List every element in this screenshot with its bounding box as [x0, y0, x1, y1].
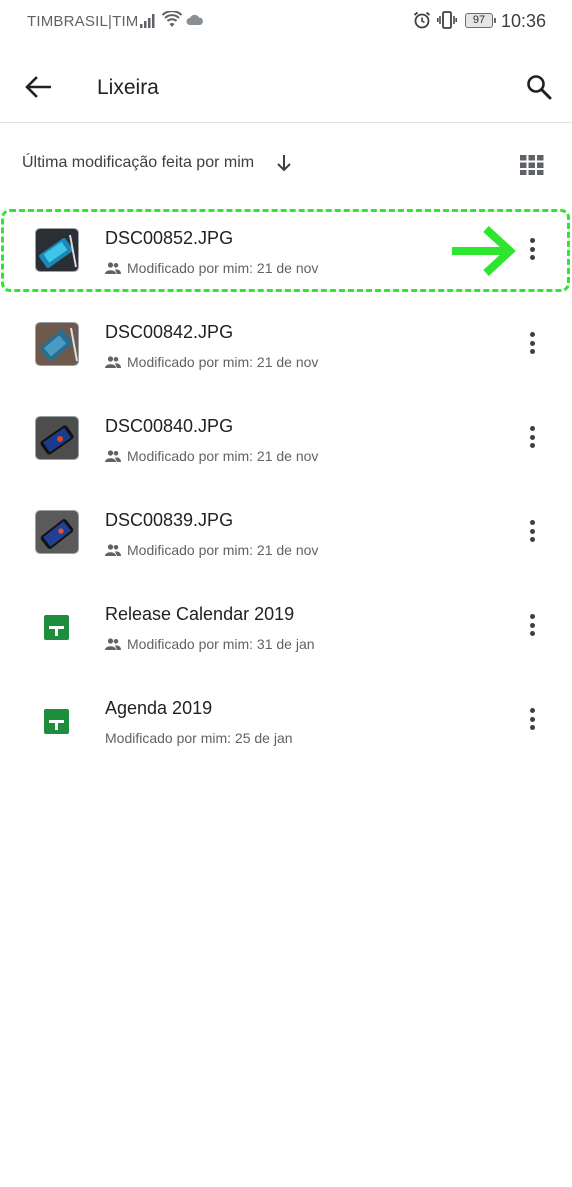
image-thumbnail: [35, 228, 79, 272]
more-options-button[interactable]: [518, 609, 546, 641]
list-item[interactable]: Release Calendar 2019 Modificado por mim…: [0, 579, 572, 673]
file-meta: Modificado por mim: 31 de jan: [105, 636, 315, 652]
page-title: Lixeira: [97, 76, 159, 99]
file-name: DSC00842.JPG: [105, 322, 234, 342]
modified-date: Modificado por mim: 21 de nov: [127, 260, 319, 276]
file-meta: Modificado por mim: 21 de nov: [105, 354, 318, 370]
shared-icon: [105, 638, 121, 650]
image-thumbnail: [35, 416, 79, 460]
grid-view-button[interactable]: [515, 148, 549, 182]
more-vert-icon: [529, 614, 535, 620]
grid-view-icon: [520, 155, 544, 175]
alarm-icon: [413, 11, 431, 29]
more-vert-icon: [529, 238, 535, 244]
arrow-right-icon: [452, 226, 516, 276]
list-item[interactable]: DSC00840.JPG Modificado por mim: 21 de n…: [0, 391, 572, 485]
file-meta: Modificado por mim: 21 de nov: [105, 542, 318, 558]
file-meta: Modificado por mim: 21 de nov: [105, 260, 318, 276]
file-name: DSC00852.JPG: [105, 228, 234, 248]
wifi-icon: [162, 11, 182, 27]
file-meta: Modificado por mim: 21 de nov: [105, 448, 318, 464]
modified-date: Modificado por mim: 31 de jan: [127, 636, 315, 652]
vibrate-icon: [437, 11, 457, 29]
image-thumbnail: [35, 322, 79, 366]
arrow-down-icon[interactable]: [276, 154, 292, 172]
file-name: DSC00839.JPG: [105, 510, 234, 530]
search-button[interactable]: [519, 67, 559, 107]
carrier-label: TIMBRASIL|TIM: [27, 13, 139, 30]
modified-date: Modificado por mim: 21 de nov: [127, 354, 319, 370]
more-vert-icon: [529, 520, 535, 526]
list-item[interactable]: DSC00839.JPG Modificado por mim: 21 de n…: [0, 485, 572, 579]
more-options-button[interactable]: [518, 515, 546, 547]
list-item[interactable]: Agenda 2019 Modificado por mim: 25 de ja…: [0, 673, 572, 767]
more-vert-icon: [529, 332, 535, 338]
image-thumbnail: [35, 510, 79, 554]
signal-icon: [140, 14, 155, 28]
back-button[interactable]: [18, 67, 58, 107]
modified-date: Modificado por mim: 21 de nov: [127, 542, 319, 558]
file-list: DSC00852.JPG Modificado por mim: 21 de n…: [0, 203, 572, 767]
shared-icon: [105, 544, 121, 556]
file-name: DSC00840.JPG: [105, 416, 234, 436]
clock: 10:36: [501, 11, 547, 31]
shared-icon: [105, 450, 121, 462]
more-options-button[interactable]: [518, 233, 546, 265]
shared-icon: [105, 262, 121, 274]
more-options-button[interactable]: [518, 421, 546, 453]
cloud-icon: [186, 14, 203, 25]
battery-icon: 97: [465, 13, 496, 28]
search-icon: [527, 75, 552, 100]
sheets-icon: [44, 615, 69, 640]
app-bar: Lixeira: [0, 44, 572, 123]
more-options-button[interactable]: [518, 703, 546, 735]
arrow-back-icon: [25, 76, 51, 98]
more-options-button[interactable]: [518, 327, 546, 359]
file-name: Agenda 2019: [105, 698, 213, 718]
file-meta: Modificado por mim: 25 de jan: [105, 730, 293, 746]
modified-date: Modificado por mim: 21 de nov: [127, 448, 319, 464]
modified-date: Modificado por mim: 25 de jan: [105, 730, 293, 746]
more-vert-icon: [529, 426, 535, 432]
sheets-icon: [44, 709, 69, 734]
file-name: Release Calendar 2019: [105, 604, 295, 624]
shared-icon: [105, 356, 121, 368]
sort-button[interactable]: Última modificação feita por mim: [22, 154, 254, 172]
more-vert-icon: [529, 708, 535, 714]
status-bar: TIMBRASIL|TIM 97 10:36: [0, 0, 572, 44]
sort-bar: Última modificação feita por mim: [0, 140, 572, 188]
list-item[interactable]: DSC00842.JPG Modificado por mim: 21 de n…: [0, 297, 572, 391]
